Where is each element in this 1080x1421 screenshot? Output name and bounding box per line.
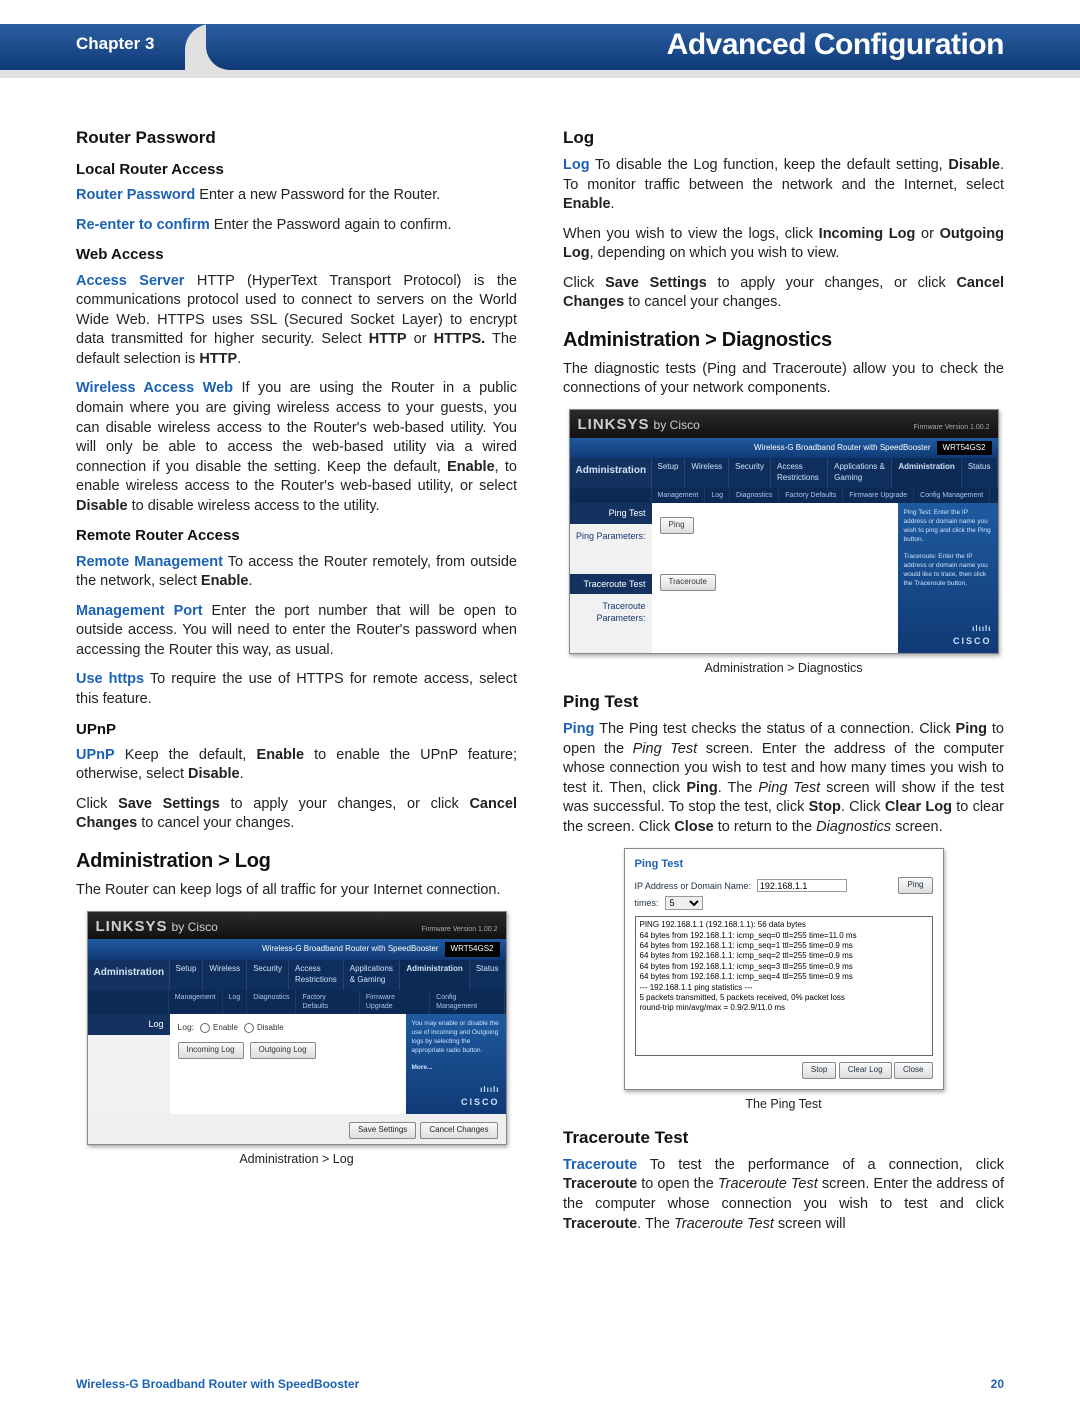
caption-admin-log: Administration > Log [76,1151,517,1168]
para-save-changes-1: Click Save Settings to apply your change… [76,795,517,834]
outgoing-log-button[interactable]: Outgoing Log [250,1042,316,1059]
cisco-bars-icon: ılıılı [461,1085,500,1096]
tab-wireless[interactable]: Wireless [685,458,729,488]
stop-button[interactable]: Stop [802,1062,836,1079]
page-number: 20 [991,1377,1004,1391]
ip-label: IP Address or Domain Name: [635,880,751,892]
para-view-logs: When you wish to view the logs, click In… [563,225,1004,264]
clear-log-button[interactable]: Clear Log [839,1062,892,1079]
chapter-label: Chapter 3 [76,34,154,54]
times-select[interactable]: 5 [665,896,703,910]
ip-input[interactable] [757,879,847,892]
screenshot-admin-diagnostics: LINKSYS by Cisco Firmware Version 1.00.2… [569,409,999,654]
traceroute-button[interactable]: Traceroute [660,574,716,591]
subtab-diagnostics[interactable]: Diagnostics [247,990,296,1015]
heading-web-access: Web Access [76,245,517,265]
help-traceroute: Traceroute: Enter the IP address or doma… [904,553,992,588]
para-remote-management: Remote Management To access the Router r… [76,553,517,592]
help-ping: Ping Test: Enter the IP address or domai… [904,509,992,544]
subtab-config-management[interactable]: Config Management [914,488,990,503]
more-link[interactable]: More... [412,1064,433,1071]
incoming-log-button[interactable]: Incoming Log [178,1042,244,1059]
times-label: times: [635,897,659,909]
ping-button[interactable]: Ping [660,517,694,534]
save-settings-button[interactable]: Save Settings [349,1122,416,1139]
para-wireless-access-web: Wireless Access Web If you are using the… [76,379,517,516]
left-column: Router Password Local Router Access Rout… [76,117,517,1244]
firmware-version: Firmware Version 1.00.2 [422,925,498,934]
para-admin-log: The Router can keep logs of all traffic … [76,881,517,901]
para-reenter: Re-enter to confirm Enter the Password a… [76,216,517,236]
para-traceroute: Traceroute To test the performance of a … [563,1156,1004,1234]
cancel-changes-button[interactable]: Cancel Changes [420,1122,497,1139]
heading-router-password: Router Password [76,127,517,150]
radio-disable[interactable]: Disable [244,1023,284,1034]
subtab-log[interactable]: Log [705,488,730,503]
caption-ping-test: The Ping Test [563,1096,1004,1113]
tab-status[interactable]: Status [962,458,998,488]
log-label: Log: [178,1022,195,1033]
heading-upnp: UPnP [76,720,517,740]
caption-admin-diagnostics: Administration > Diagnostics [563,660,1004,677]
heading-log: Log [563,127,1004,150]
ping-run-button[interactable]: Ping [898,877,932,894]
ping-test-title: Ping Test [635,857,933,872]
subtab-log[interactable]: Log [223,990,248,1015]
subtab-firmware-upgrade[interactable]: Firmware Upgrade [360,990,430,1015]
cisco-logo: CISCO [461,1097,500,1107]
subtab-diagnostics[interactable]: Diagnostics [730,488,779,503]
help-text: You may enable or disable the use of Inc… [412,1020,500,1055]
tab-status[interactable]: Status [470,960,506,990]
subtab-management[interactable]: Management [169,990,223,1015]
tab-wireless[interactable]: Wireless [203,960,247,990]
tab-setup[interactable]: Setup [652,458,686,488]
footer-title: Wireless-G Broadband Router with SpeedBo… [76,1377,359,1391]
heading-admin-log: Administration > Log [76,848,517,875]
brand-logo: LINKSYS [96,918,168,935]
close-button[interactable]: Close [894,1062,932,1079]
heading-ping-test: Ping Test [563,691,1004,714]
section-label: Administration [88,960,170,990]
heading-admin-diagnostics: Administration > Diagnostics [563,327,1004,354]
subtab-config-management[interactable]: Config Management [430,990,505,1015]
para-upnp: UPnP Keep the default, Enable to enable … [76,746,517,785]
page-content: Router Password Local Router Access Rout… [0,87,1080,1244]
tab-administration[interactable]: Administration [892,458,961,488]
tab-security[interactable]: Security [729,458,771,488]
tab-setup[interactable]: Setup [170,960,204,990]
ping-log: PING 192.168.1.1 (192.168.1.1): 56 data … [635,916,933,1056]
page-footer: Wireless-G Broadband Router with SpeedBo… [76,1377,1004,1391]
para-access-server: Access Server HTTP (HyperText Transport … [76,272,517,370]
page-header: Chapter 3 Advanced Configuration [0,24,1080,87]
subtab-firmware-upgrade[interactable]: Firmware Upgrade [843,488,914,503]
tab-access-restrictions[interactable]: Access Restrictions [289,960,344,990]
subtab-factory-defaults[interactable]: Factory Defaults [296,990,359,1015]
para-log: Log To disable the Log function, keep th… [563,156,1004,215]
para-management-port: Management Port Enter the port number th… [76,602,517,661]
para-save-changes-2: Click Save Settings to apply your change… [563,274,1004,313]
para-use-https: Use https To require the use of HTTPS fo… [76,670,517,709]
para-ping: Ping The Ping test checks the status of … [563,720,1004,837]
para-diagnostics: The diagnostic tests (Ping and Tracerout… [563,360,1004,399]
heading-traceroute-test: Traceroute Test [563,1127,1004,1150]
tab-access-restrictions[interactable]: Access Restrictions [771,458,828,488]
tab-administration[interactable]: Administration [400,960,469,990]
para-router-password: Router Password Enter a new Password for… [76,186,517,206]
right-column: Log Log To disable the Log function, kee… [563,117,1004,1244]
tab-security[interactable]: Security [247,960,289,990]
heading-local-router-access: Local Router Access [76,160,517,180]
page-title: Advanced Configuration [667,28,1004,62]
screenshot-ping-test: Ping Test IP Address or Domain Name: Pin… [624,848,944,1090]
subtab-management[interactable]: Management [652,488,706,503]
tab-applications-gaming[interactable]: Applications & Gaming [828,458,892,488]
tab-applications-gaming[interactable]: Applications & Gaming [344,960,401,990]
heading-remote-router-access: Remote Router Access [76,526,517,546]
radio-enable[interactable]: Enable [200,1023,238,1034]
screenshot-admin-log: LINKSYS by Cisco Firmware Version 1.00.2… [87,911,507,1146]
subtab-factory-defaults[interactable]: Factory Defaults [779,488,843,503]
